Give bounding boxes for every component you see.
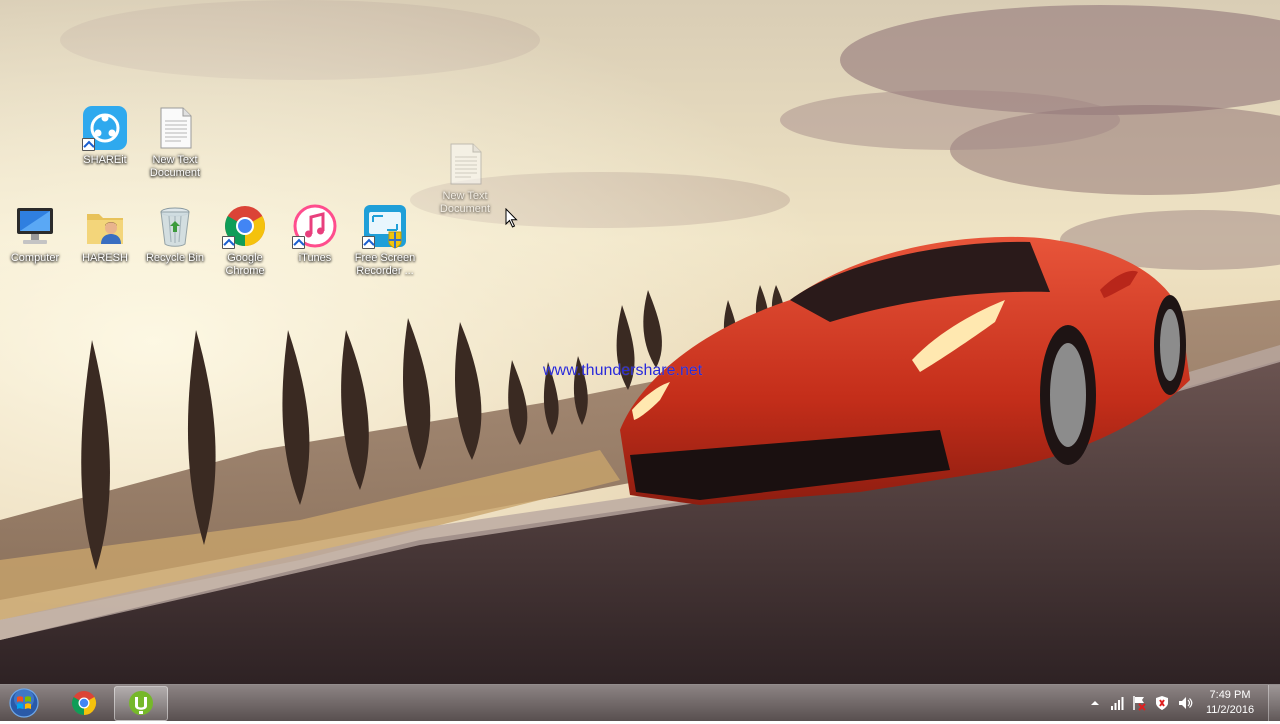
start-button[interactable] [6,687,42,719]
system-clock[interactable]: 7:49 PM 11/2/2016 [1198,688,1262,718]
watermark-text: www.thundershare.net [543,362,703,379]
text-document-icon [441,140,489,188]
desktop-wallpaper: www.thundershare.net [0,0,1280,684]
desktop-icon-google-chrome[interactable]: Google Chrome [210,202,280,278]
desktop-icon-shareit[interactable]: SHAREit [70,104,140,167]
network-signal-icon[interactable] [1110,695,1126,711]
desktop-icon-label: Recycle Bin [145,252,205,264]
taskbar-chrome-button[interactable] [58,686,110,719]
shortcut-arrow-icon [292,236,305,249]
taskbar: 7:49 PM 11/2/2016 [0,684,1280,721]
clock-date: 11/2/2016 [1205,704,1255,716]
utorrent-icon [129,691,153,715]
desktop-icon-label: SHAREit [83,154,127,166]
desktop-icon-itunes[interactable]: iTunes [280,202,350,265]
desktop-icon-new-text-document-dragging[interactable]: New Text Document [430,140,500,216]
desktop-icon-label: Computer [10,252,60,264]
desktop-icon-label: iTunes [298,252,332,264]
chrome-icon [221,202,269,250]
desktop-icon-label: New Text Document [439,190,491,215]
shortcut-arrow-icon [362,236,375,249]
desktop-icon-label: Google Chrome [225,252,265,277]
volume-icon[interactable] [1177,695,1193,711]
show-hidden-icons-button[interactable] [1089,695,1105,711]
itunes-icon [291,202,339,250]
show-desktop-button[interactable] [1268,685,1280,721]
desktop-icon-free-screen-recorder[interactable]: Free Screen Recorder ... [350,202,420,278]
desktop-icon-label: New Text Document [149,154,201,179]
screen-recorder-icon [361,202,409,250]
text-document-icon [151,104,199,152]
desktop-icon-user-folder[interactable]: HARESH [70,202,140,265]
desktop-icon-new-text-document[interactable]: New Text Document [140,104,210,180]
desktop-icon-recycle-bin[interactable]: Recycle Bin [140,202,210,265]
start-orb-icon [9,688,39,718]
clock-time: 7:49 PM [1209,689,1251,701]
shortcut-arrow-icon [222,236,235,249]
desktop-icon-label: Free Screen Recorder ... [354,252,416,277]
recycle-bin-icon [151,202,199,250]
desktop-icon-label: HARESH [82,252,128,264]
taskbar-utorrent-button[interactable] [114,686,168,721]
action-center-flag-icon[interactable] [1132,695,1148,711]
mouse-pointer-icon [505,207,519,232]
chrome-icon [71,691,97,715]
shortcut-arrow-icon [82,138,95,151]
user-folder-icon [81,202,129,250]
computer-icon [11,202,59,250]
desktop-icon-computer[interactable]: Computer [0,202,70,265]
security-shield-icon[interactable] [1154,695,1170,711]
shareit-icon [81,104,129,152]
